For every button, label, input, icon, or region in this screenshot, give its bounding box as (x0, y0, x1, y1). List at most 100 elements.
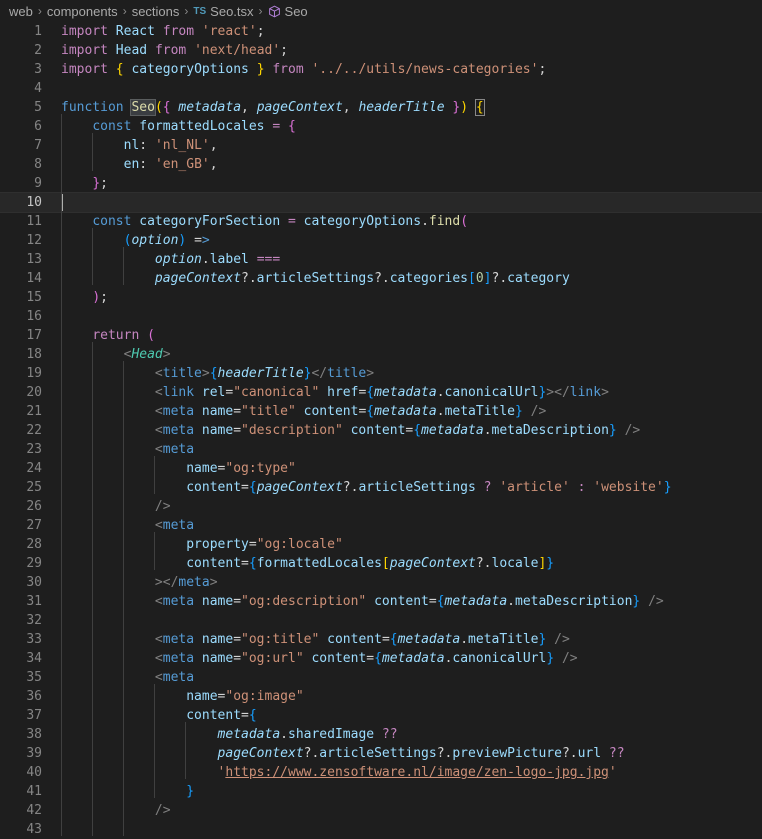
code-text: <title>{headerTitle}</title> (154, 366, 375, 381)
line-number: 30 (26, 575, 42, 590)
code-line[interactable]: 29 content={formattedLocales[pageContext… (0, 554, 762, 573)
code-line[interactable]: 20 <link rel="canonical" href={metadata.… (0, 383, 762, 402)
code-line[interactable]: 8 en: 'en_GB', (0, 155, 762, 174)
code-text: const categoryForSection = categoryOptio… (92, 214, 469, 229)
line-number: 18 (26, 347, 42, 362)
breadcrumb-segment-sections[interactable]: sections (132, 4, 180, 19)
code-line[interactable]: 39 pageContext?.articleSettings?.preview… (0, 744, 762, 763)
line-number: 5 (34, 100, 42, 115)
line-number: 26 (26, 499, 42, 514)
code-line[interactable]: 34 <meta name="og:url" content={metadata… (0, 649, 762, 668)
line-number: 43 (26, 822, 42, 837)
indent-guide (154, 532, 155, 570)
line-number: 39 (26, 746, 42, 761)
code-text: <meta name="og:title" content={metadata.… (154, 632, 570, 647)
code-line[interactable]: 2 import Head from 'next/head'; (0, 41, 762, 60)
code-line[interactable]: 18 <Head> (0, 345, 762, 364)
code-line[interactable]: 10 (0, 192, 762, 213)
code-line[interactable]: 19 <title>{headerTitle}</title> (0, 364, 762, 383)
code-text: <meta name="og:description" content={met… (154, 594, 664, 609)
code-line[interactable]: 41 } (0, 782, 762, 801)
breadcrumb: web › components › sections › TS Seo.tsx… (0, 0, 762, 22)
line-number: 6 (34, 119, 42, 134)
line-number: 28 (26, 537, 42, 552)
line-number: 40 (26, 765, 42, 780)
code-line[interactable]: 7 nl: 'nl_NL', (0, 136, 762, 155)
chevron-right-icon: › (184, 4, 189, 18)
code-line[interactable]: 5 function Seo({ metadata, pageContext, h… (0, 98, 762, 117)
code-text: <link rel="canonical" href={metadata.can… (154, 385, 609, 400)
line-number: 35 (26, 670, 42, 685)
code-line[interactable]: 43 (0, 820, 762, 839)
line-number: 19 (26, 366, 42, 381)
code-text: 'https://www.zensoftware.nl/image/zen-lo… (217, 765, 617, 780)
code-line[interactable]: 27 <meta (0, 516, 762, 535)
line-number: 34 (26, 651, 42, 666)
indent-guide (154, 684, 155, 798)
code-line[interactable]: 17 return ( (0, 326, 762, 345)
chevron-right-icon: › (37, 4, 42, 18)
indent-guide (154, 456, 155, 494)
code-line[interactable]: 1 import React from 'react'; (0, 22, 762, 41)
code-line[interactable]: 36 name="og:image" (0, 687, 762, 706)
code-line[interactable]: 30 ></meta> (0, 573, 762, 592)
line-number: 29 (26, 556, 42, 571)
line-number: 41 (26, 784, 42, 799)
code-line[interactable]: 32 (0, 611, 762, 630)
line-number: 7 (34, 138, 42, 153)
code-line[interactable]: 28 property="og:locale" (0, 535, 762, 554)
code-text: import Head from 'next/head'; (61, 43, 288, 58)
code-text: ); (92, 290, 108, 305)
code-text: /> (154, 499, 171, 514)
code-text: <meta (154, 670, 195, 685)
line-number: 36 (26, 689, 42, 704)
breadcrumb-symbol[interactable]: Seo (285, 4, 308, 19)
code-line[interactable]: 42 /> (0, 801, 762, 820)
code-line[interactable]: 13 option.label === (0, 250, 762, 269)
breadcrumb-file[interactable]: Seo.tsx (210, 4, 253, 19)
code-line[interactable]: 14 pageContext?.articleSettings?.categor… (0, 269, 762, 288)
code-text: function Seo({ metadata, pageContext, he… (61, 99, 485, 116)
code-line[interactable]: 11 const categoryForSection = categoryOp… (0, 212, 762, 231)
code-text: (option) => (123, 233, 210, 248)
code-line[interactable]: 25 content={pageContext?.articleSettings… (0, 478, 762, 497)
code-text: import { categoryOptions } from '../../u… (61, 62, 547, 77)
code-line[interactable]: 3 import { categoryOptions } from '../../… (0, 60, 762, 79)
code-line[interactable]: 37 content={ (0, 706, 762, 725)
code-line[interactable]: 23 <meta (0, 440, 762, 459)
code-line[interactable]: 38 metadata.sharedImage ?? (0, 725, 762, 744)
breadcrumb-segment-components[interactable]: components (47, 4, 118, 19)
code-line[interactable]: 35 <meta (0, 668, 762, 687)
code-text: name="og:type" (186, 461, 296, 476)
line-number: 24 (26, 461, 42, 476)
chevron-right-icon: › (122, 4, 127, 18)
indent-guide (92, 342, 93, 836)
line-number: 37 (26, 708, 42, 723)
code-line[interactable]: 22 <meta name="description" content={met… (0, 421, 762, 440)
code-line[interactable]: 9 }; (0, 174, 762, 193)
code-text: <meta name="og:url" content={metadata.ca… (154, 651, 578, 666)
code-line[interactable]: 33 <meta name="og:title" content={metada… (0, 630, 762, 649)
code-line[interactable]: 21 <meta name="title" content={metadata.… (0, 402, 762, 421)
code-line[interactable]: 12 (option) => (0, 231, 762, 250)
code-text: /> (154, 803, 171, 818)
line-number: 8 (34, 157, 42, 172)
code-line[interactable]: 26 /> (0, 497, 762, 516)
line-number: 20 (26, 385, 42, 400)
code-line[interactable]: 4 (0, 79, 762, 98)
code-line[interactable]: 6 const formattedLocales = { (0, 117, 762, 136)
line-number: 27 (26, 518, 42, 533)
code-text: pageContext?.articleSettings?.previewPic… (217, 746, 625, 761)
line-number: 31 (26, 594, 42, 609)
code-line[interactable]: 40 'https://www.zensoftware.nl/image/zen… (0, 763, 762, 782)
code-editor[interactable]: 1 import React from 'react'; 2 import Head … (0, 22, 762, 839)
breadcrumb-segment-web[interactable]: web (9, 4, 33, 19)
code-text: content={ (186, 708, 257, 723)
line-number: 14 (26, 271, 42, 286)
code-text: property="og:locale" (186, 537, 343, 552)
chevron-right-icon: › (258, 4, 263, 18)
code-line[interactable]: 24 name="og:type" (0, 459, 762, 478)
code-line[interactable]: 15 ); (0, 288, 762, 307)
code-line[interactable]: 31 <meta name="og:description" content={… (0, 592, 762, 611)
code-line[interactable]: 16 (0, 307, 762, 326)
